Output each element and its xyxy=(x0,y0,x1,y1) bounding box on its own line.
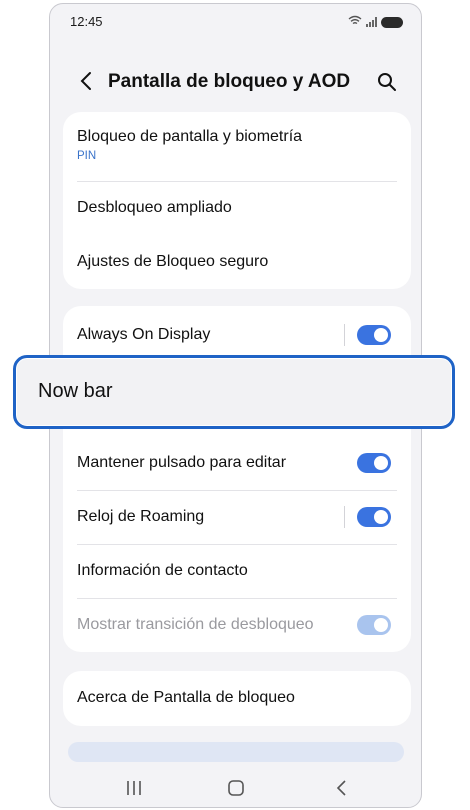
now-bar-label: Now bar xyxy=(38,380,113,402)
status-icons xyxy=(348,15,403,29)
extended-unlock-item[interactable]: Desbloqueo ampliado xyxy=(63,199,411,217)
recent-apps-icon[interactable] xyxy=(122,777,146,799)
unlock-transition-toggle xyxy=(357,615,391,635)
back-icon[interactable] xyxy=(74,66,100,96)
settings-group-about: Acerca de Pantalla de bloqueo xyxy=(63,671,411,726)
item-label: Acerca de Pantalla de bloqueo xyxy=(77,689,295,706)
divider xyxy=(344,324,345,346)
navigation-bar xyxy=(50,769,421,807)
back-nav-icon[interactable] xyxy=(330,777,354,799)
battery-icon xyxy=(381,16,403,28)
divider xyxy=(77,544,397,545)
divider xyxy=(77,181,397,182)
contact-info-item[interactable]: Información de contacto xyxy=(63,562,411,580)
screen-lock-biometrics-item[interactable]: Bloqueo de pantalla y biometría PIN xyxy=(63,128,411,162)
item-label: Desbloqueo ampliado xyxy=(77,199,232,216)
divider xyxy=(77,598,397,599)
item-label: Información de contacto xyxy=(77,562,248,579)
status-time: 12:45 xyxy=(70,14,103,29)
search-icon[interactable] xyxy=(375,70,399,94)
bottom-shortcut-bar xyxy=(68,742,404,762)
secure-lock-settings-item[interactable]: Ajustes de Bloqueo seguro xyxy=(63,253,411,271)
long-press-edit-toggle[interactable] xyxy=(357,453,391,473)
app-header: Pantalla de bloqueo y AOD xyxy=(50,62,421,102)
item-label: Bloqueo de pantalla y biometría xyxy=(77,128,303,145)
page-title: Pantalla de bloqueo y AOD xyxy=(108,71,351,92)
about-lock-screen-item[interactable]: Acerca de Pantalla de bloqueo xyxy=(63,689,411,707)
status-bar: 12:45 xyxy=(50,4,421,38)
item-label: Ajustes de Bloqueo seguro xyxy=(77,253,269,270)
divider xyxy=(77,490,397,491)
divider xyxy=(344,506,345,528)
now-bar-item[interactable]: Now bar xyxy=(13,355,455,429)
always-on-display-toggle[interactable] xyxy=(357,325,391,345)
wifi-icon xyxy=(348,15,362,29)
signal-icon xyxy=(366,17,377,27)
roaming-clock-toggle[interactable] xyxy=(357,507,391,527)
home-icon[interactable] xyxy=(224,777,248,799)
settings-group-lock: Bloqueo de pantalla y biometría PIN Desb… xyxy=(63,112,411,289)
item-sublabel: PIN xyxy=(77,150,97,162)
